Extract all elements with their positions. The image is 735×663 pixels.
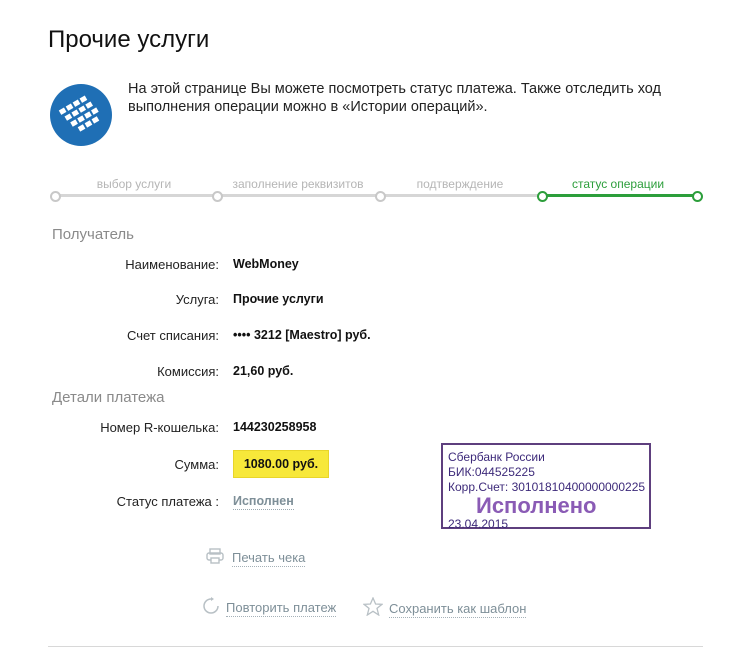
- print-receipt-label: Печать чека: [232, 550, 306, 567]
- step-label-select-service: выбор услуги: [96, 177, 172, 191]
- bank-stamp: Сбербанк России БИК:044525225 Корр.Счет:…: [441, 443, 651, 531]
- page-title: Прочие услуги: [48, 26, 210, 53]
- step-label-confirmation: подтверждение: [416, 177, 504, 191]
- section-recipient: Получатель: [52, 226, 134, 243]
- name-label: Наименование:: [125, 257, 219, 272]
- step-dot-active: [537, 191, 548, 202]
- step-track-active: [541, 194, 698, 197]
- name-value: WebMoney: [233, 257, 299, 271]
- section-payment-details: Детали платежа: [52, 389, 165, 406]
- step-dot-end: [692, 191, 703, 202]
- amount-label: Сумма:: [174, 457, 219, 472]
- amount-value: 1080.00 руб.: [233, 450, 329, 478]
- step-label-fill-details: заполнение реквизитов: [232, 177, 364, 191]
- step-label-status: статус операции: [571, 177, 665, 191]
- stamp-date: 23.04.2015: [448, 517, 509, 531]
- step-dot: [50, 191, 61, 202]
- printer-icon: [206, 548, 224, 569]
- repeat-payment-label: Повторить платеж: [226, 600, 337, 617]
- status-label: Статус платежа :: [116, 494, 219, 509]
- wallet-label: Номер R-кошелька:: [100, 420, 219, 435]
- repeat-icon: [202, 597, 220, 620]
- service-label: Услуга:: [175, 292, 219, 307]
- save-template-button[interactable]: Сохранить как шаблон: [362, 596, 527, 621]
- fee-value: 21,60 руб.: [233, 364, 294, 378]
- stamp-bank: Сбербанк России: [448, 450, 545, 464]
- print-receipt-button[interactable]: Печать чека: [206, 548, 306, 569]
- stamp-bik: БИК:044525225: [448, 465, 535, 479]
- webmoney-logo: [50, 84, 112, 146]
- save-template-label: Сохранить как шаблон: [389, 600, 527, 618]
- service-value: Прочие услуги: [233, 292, 324, 306]
- account-label: Счет списания:: [126, 328, 219, 343]
- repeat-payment-button[interactable]: Повторить платеж: [202, 597, 337, 620]
- wallet-value: 144230258958: [233, 420, 317, 434]
- star-icon: [362, 596, 384, 621]
- fee-label: Комиссия:: [157, 364, 219, 379]
- stamp-status: Исполнено: [476, 493, 597, 518]
- intro-text: На этой странице Вы можете посмотреть ст…: [128, 81, 661, 115]
- account-value: •••• 3212 [Maestro] руб.: [233, 328, 371, 342]
- bottom-divider: [48, 646, 703, 647]
- status-value-link[interactable]: Исполнен: [233, 494, 294, 510]
- step-dot: [212, 191, 223, 202]
- step-dot: [375, 191, 386, 202]
- step-track-inactive: [54, 194, 541, 197]
